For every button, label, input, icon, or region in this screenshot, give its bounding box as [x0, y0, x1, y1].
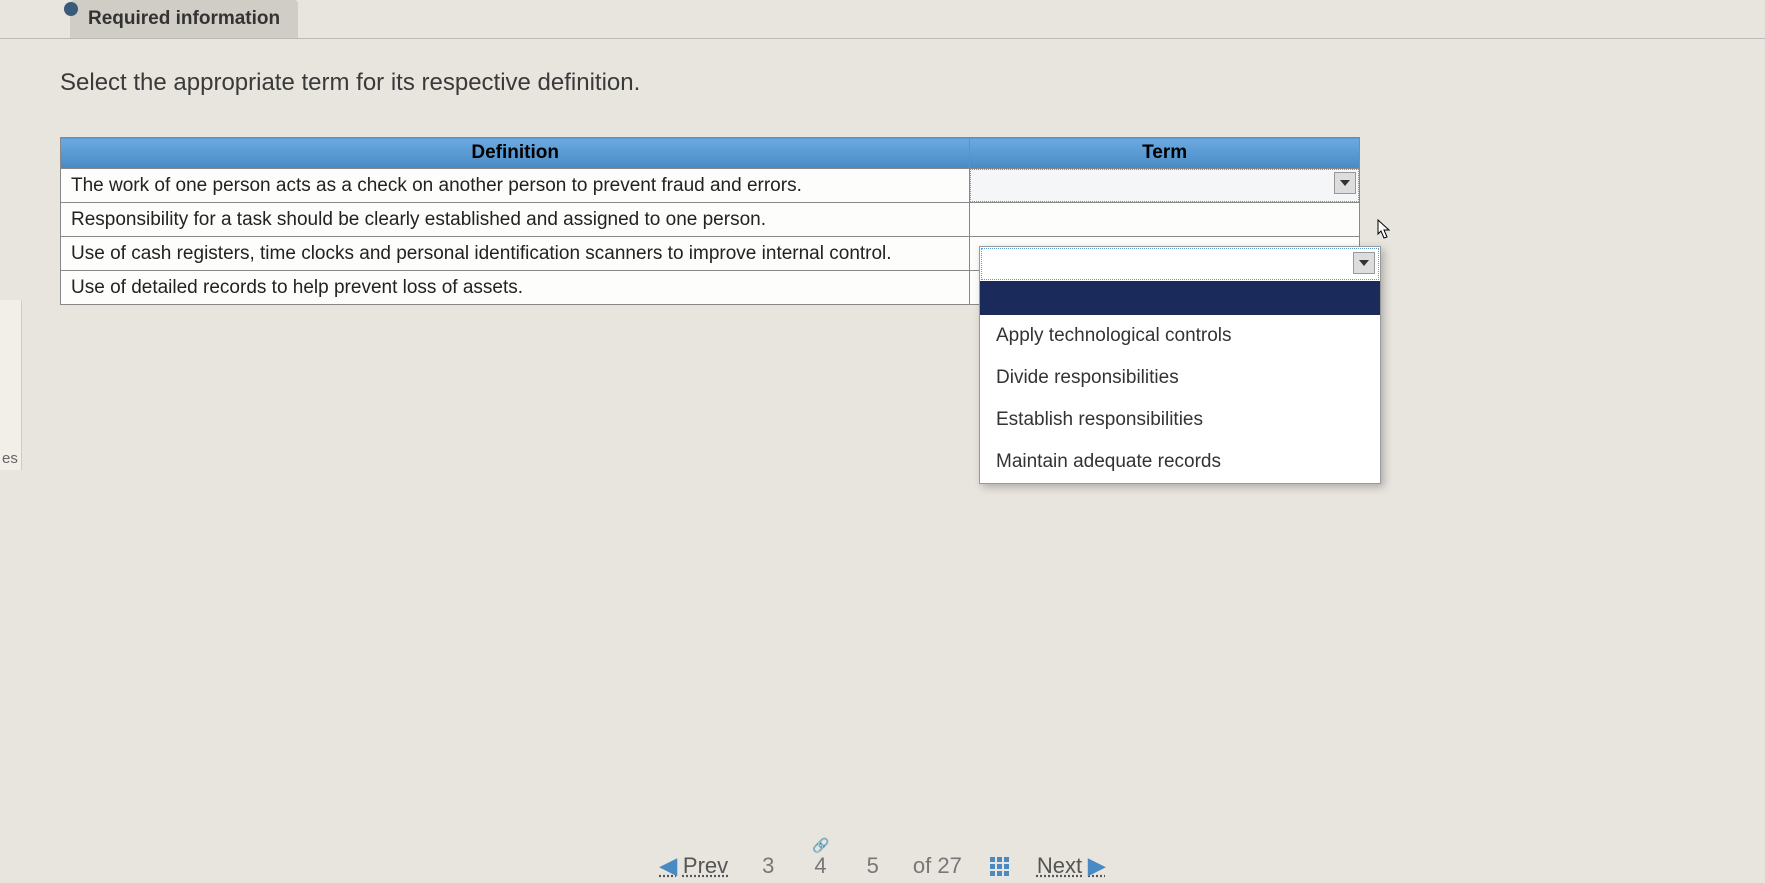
dropdown-option[interactable]: Maintain adequate records: [980, 441, 1380, 483]
term-dropdown-cell[interactable]: [970, 169, 1360, 203]
chevron-left-icon: ◀: [660, 853, 677, 879]
question-content: Select the appropriate term for its resp…: [0, 38, 1765, 305]
term-select[interactable]: [970, 169, 1359, 202]
link-icon: 🔗: [812, 837, 829, 854]
left-panel-stub: [0, 300, 22, 470]
prev-button[interactable]: ◀ Prev: [660, 853, 728, 879]
dropdown-selected-field[interactable]: [981, 248, 1379, 280]
table-row: The work of one person acts as a check o…: [61, 169, 1360, 203]
dropdown-option[interactable]: Divide responsibilities: [980, 357, 1380, 399]
definition-cell: The work of one person acts as a check o…: [61, 169, 970, 203]
instruction-text: Select the appropriate term for its resp…: [60, 69, 1705, 97]
page-number[interactable]: 3: [756, 853, 780, 879]
prev-label: Prev: [683, 853, 728, 879]
header-definition: Definition: [61, 138, 970, 169]
page-of-label: of 27: [913, 853, 962, 879]
chevron-down-icon[interactable]: [1334, 172, 1356, 194]
left-panel-text: es: [0, 450, 18, 467]
chevron-down-icon[interactable]: [1353, 252, 1375, 274]
header-term: Term: [970, 138, 1360, 169]
next-button[interactable]: Next ▶: [1037, 853, 1105, 879]
table-row: Responsibility for a task should be clea…: [61, 203, 1360, 237]
tab-label: Required information: [88, 8, 280, 29]
dropdown-option[interactable]: Establish responsibilities: [980, 399, 1380, 441]
tab-required-information[interactable]: Required information: [70, 0, 298, 38]
definition-cell: Responsibility for a task should be clea…: [61, 203, 970, 237]
term-dropdown-cell[interactable]: [970, 203, 1360, 237]
dropdown-option-blank[interactable]: [980, 281, 1380, 315]
dropdown-option[interactable]: Apply technological controls: [980, 315, 1380, 357]
tab-indicator-dot: [64, 2, 78, 16]
chevron-right-icon: ▶: [1088, 853, 1105, 879]
pagination-bar: ◀ Prev 3 🔗 4 5 of 27 Next ▶: [483, 853, 1283, 879]
page-number-current[interactable]: 🔗 4: [808, 853, 832, 879]
definition-cell: Use of detailed records to help prevent …: [61, 271, 970, 305]
grid-view-icon[interactable]: [990, 857, 1009, 876]
page-number[interactable]: 5: [861, 853, 885, 879]
definition-cell: Use of cash registers, time clocks and p…: [61, 237, 970, 271]
next-label: Next: [1037, 853, 1082, 879]
term-dropdown-open[interactable]: Apply technological controls Divide resp…: [979, 246, 1381, 484]
